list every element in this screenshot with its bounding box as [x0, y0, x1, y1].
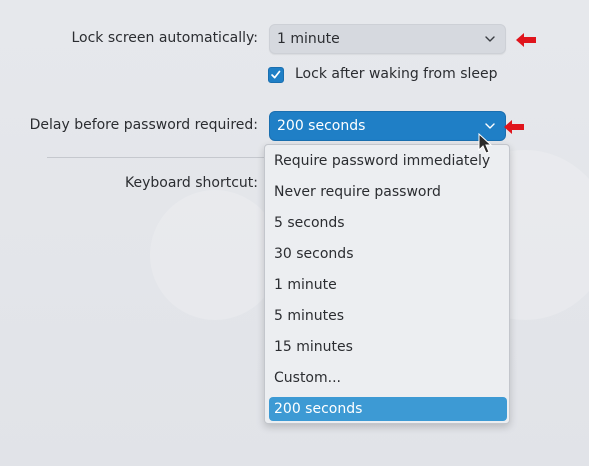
menu-option-200-seconds[interactable]: 200 seconds: [269, 397, 507, 421]
background-decoration: [150, 190, 280, 320]
menu-option-never-require[interactable]: Never require password: [269, 180, 507, 204]
menu-option-30-seconds[interactable]: 30 seconds: [269, 242, 507, 266]
menu-option-5-seconds[interactable]: 5 seconds: [269, 211, 507, 235]
screen-lock-settings-panel: Lock screen automatically: 1 minute Lock…: [0, 0, 589, 466]
lock-screen-value: 1 minute: [277, 31, 340, 47]
lock-screen-select[interactable]: 1 minute: [269, 24, 506, 54]
red-arrow-icon: [516, 33, 536, 47]
chevron-down-icon: [485, 36, 495, 42]
delay-options-menu: Require password immediately Never requi…: [264, 144, 510, 424]
menu-option-custom[interactable]: Custom...: [269, 366, 507, 390]
mouse-pointer-icon: [478, 133, 493, 154]
lock-after-sleep-checkbox[interactable]: [268, 67, 284, 83]
delay-password-label: Delay before password required:: [29, 117, 258, 133]
checkmark-icon: [271, 70, 281, 79]
lock-screen-label: Lock screen automatically:: [71, 30, 258, 46]
lock-after-sleep-label[interactable]: Lock after waking from sleep: [295, 66, 498, 82]
red-arrow-icon: [504, 120, 524, 134]
menu-option-require-immediately[interactable]: Require password immediately: [269, 149, 507, 173]
keyboard-shortcut-label: Keyboard shortcut:: [124, 175, 258, 191]
menu-option-5-minutes[interactable]: 5 minutes: [269, 304, 507, 328]
menu-option-1-minute[interactable]: 1 minute: [269, 273, 507, 297]
chevron-down-icon: [485, 123, 495, 129]
section-divider: [47, 157, 264, 158]
delay-password-value: 200 seconds: [277, 118, 366, 134]
menu-option-15-minutes[interactable]: 15 minutes: [269, 335, 507, 359]
delay-password-select[interactable]: 200 seconds: [269, 111, 506, 141]
